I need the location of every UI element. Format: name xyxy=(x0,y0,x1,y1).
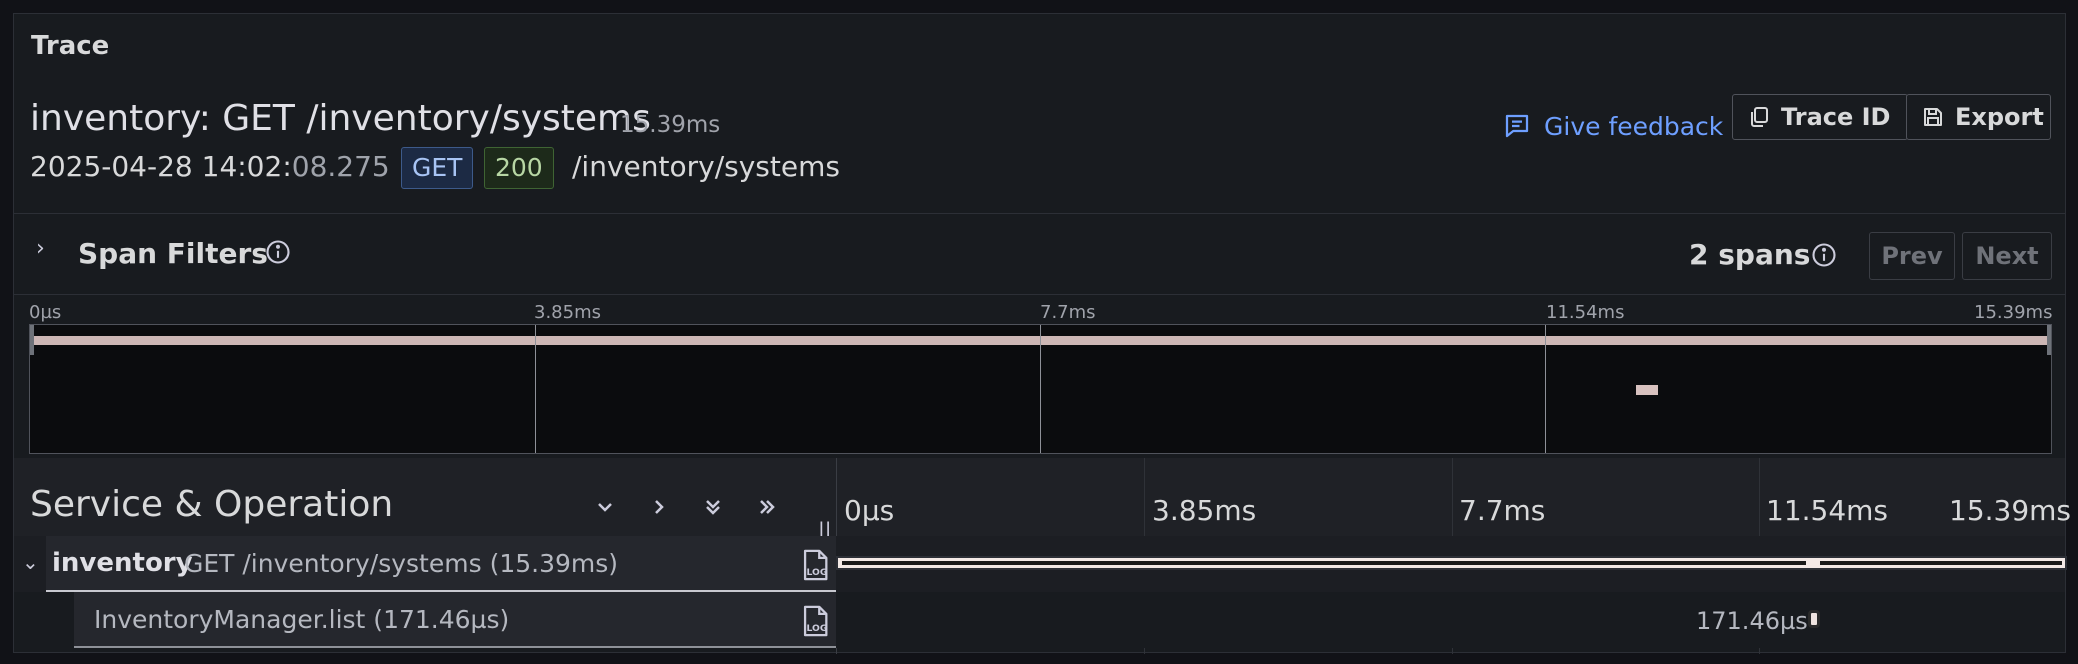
minimap-tick-label: 0µs xyxy=(29,302,62,323)
trace-url: /inventory/systems xyxy=(572,150,840,183)
span-bar-track xyxy=(842,561,2062,565)
save-icon xyxy=(1921,105,1945,129)
log-icon[interactable]: LOG xyxy=(798,548,832,582)
span-service-name: inventory xyxy=(52,548,193,578)
info-icon[interactable] xyxy=(1810,241,1838,269)
info-icon[interactable] xyxy=(264,238,292,266)
method-badge: GET xyxy=(401,147,474,189)
minimap-right-handle[interactable] xyxy=(2047,325,2051,355)
span-bar[interactable] xyxy=(1808,610,1820,628)
span-duration-label: 171.46µs xyxy=(1696,607,1808,635)
trace-id-button[interactable]: Trace ID xyxy=(1732,94,1908,140)
span-operation-name: InventoryManager.list (171.46µs) xyxy=(94,605,510,634)
collapse-one-button[interactable] xyxy=(588,490,622,524)
minimap-tick-label: 15.39ms xyxy=(1974,302,2053,323)
chevron-down-icon xyxy=(593,495,617,519)
minimap-gridline xyxy=(535,325,536,453)
give-feedback-link[interactable]: Give feedback xyxy=(1502,104,1723,148)
timeline-tick-label: 15.39ms xyxy=(1949,494,2072,527)
span-row[interactable]: ⌄ inventory GET /inventory/systems (15.3… xyxy=(14,536,2067,592)
timeline-tick-label: 3.85ms xyxy=(1152,494,1257,527)
minimap-ticks: 0µs 3.85ms 7.7ms 11.54ms 15.39ms xyxy=(14,302,2065,324)
chevron-right-icon xyxy=(647,495,671,519)
trace-panel: Trace inventory: GET /inventory/systems … xyxy=(13,13,2071,654)
span-filters-label[interactable]: Span Filters xyxy=(78,237,268,270)
export-button[interactable]: Export xyxy=(1906,94,2051,140)
give-feedback-label: Give feedback xyxy=(1544,111,1724,141)
svg-text:LOG: LOG xyxy=(807,623,828,634)
double-chevron-right-icon xyxy=(755,495,779,519)
trace-date-main: 2025-04-28 14:02: xyxy=(30,150,292,183)
prev-button[interactable]: Prev xyxy=(1869,232,1955,280)
minimap-gridline xyxy=(1040,325,1041,453)
export-label: Export xyxy=(1955,103,2044,131)
trace-date-ms: 08.275 xyxy=(291,150,390,183)
divider xyxy=(14,294,2065,295)
expand-one-button[interactable] xyxy=(642,490,676,524)
trace-timestamp: 2025-04-28 14:02:08.275 xyxy=(30,150,390,183)
span-operation-name: GET /inventory/systems (15.39ms) xyxy=(184,549,619,578)
minimap-left-handle[interactable] xyxy=(30,325,34,355)
double-chevron-down-icon xyxy=(701,495,725,519)
span-row[interactable]: InventoryManager.list (171.46µs) LOG 171… xyxy=(14,592,2065,648)
trace-id-label: Trace ID xyxy=(1781,103,1891,131)
minimap-gridline xyxy=(1545,325,1546,453)
panel-title: Trace xyxy=(31,31,110,61)
copy-icon xyxy=(1747,105,1771,129)
span-filters-toggle[interactable]: › xyxy=(36,236,45,261)
span-count: 2 spans xyxy=(1689,238,1811,271)
next-button[interactable]: Next xyxy=(1962,232,2052,280)
span-expand-toggle[interactable]: ⌄ xyxy=(22,550,39,574)
span-bar[interactable] xyxy=(836,556,2067,570)
service-operation-title: Service & Operation xyxy=(30,484,394,525)
span-name-cell[interactable]: InventoryManager.list (171.46µs) LOG xyxy=(74,592,836,648)
log-icon[interactable]: LOG xyxy=(798,604,832,638)
minimap-tick-label: 11.54ms xyxy=(1546,302,1625,323)
collapse-all-button[interactable] xyxy=(696,490,730,524)
child-span-marker xyxy=(1806,558,1820,568)
minimap-span xyxy=(1636,385,1658,395)
comment-icon xyxy=(1502,111,1532,141)
trace-minimap[interactable] xyxy=(29,324,2052,454)
trace-title: inventory: GET /inventory/systems xyxy=(30,98,651,139)
divider xyxy=(14,213,2065,214)
minimap-tick-label: 3.85ms xyxy=(534,302,601,323)
timeline-tick-label: 11.54ms xyxy=(1766,494,1889,527)
timeline-tick-label: 7.7ms xyxy=(1459,494,1546,527)
svg-text:LOG: LOG xyxy=(807,567,828,578)
timeline-tick-label: 0µs xyxy=(844,494,895,527)
span-name-cell[interactable]: inventory GET /inventory/systems (15.39m… xyxy=(46,536,836,592)
expand-all-button[interactable] xyxy=(750,490,784,524)
minimap-tick-label: 7.7ms xyxy=(1040,302,1096,323)
trace-duration: 15.39ms xyxy=(620,112,721,138)
status-badge: 200 xyxy=(484,147,554,189)
